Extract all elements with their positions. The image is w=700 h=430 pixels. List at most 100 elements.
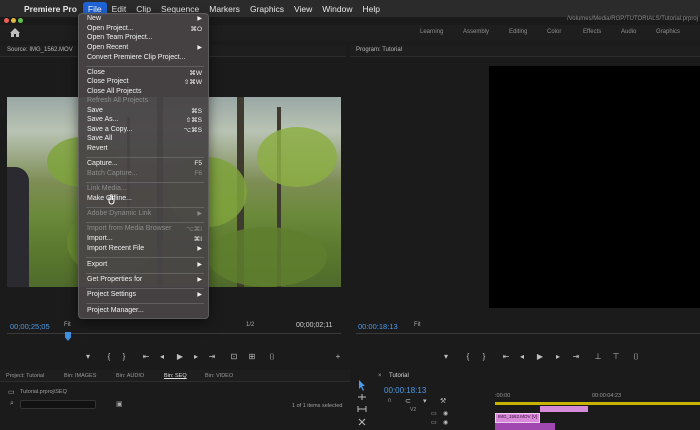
menu-item-capture[interactable]: Capture... F5 bbox=[87, 160, 205, 169]
overwrite-icon[interactable]: ⊞ bbox=[246, 352, 258, 361]
program-add-marker-icon[interactable]: ▾ bbox=[440, 352, 452, 361]
menu-item-save-as[interactable]: Save As... ⇧⌘S bbox=[87, 116, 205, 125]
home-icon[interactable] bbox=[9, 27, 21, 38]
track-sync-lock-icon[interactable]: ▭ bbox=[431, 419, 437, 426]
menu-item-save[interactable]: Save ⌘S bbox=[87, 107, 205, 116]
menu-item-open-project[interactable]: Open Project... ⌘O bbox=[87, 25, 205, 34]
workspace-audio[interactable]: Audio bbox=[621, 29, 636, 35]
snap-icon[interactable]: ∩ bbox=[387, 397, 392, 404]
go-to-in-icon[interactable]: ⇤ bbox=[140, 352, 152, 361]
tab-project-tutorial[interactable]: Project: Tutorial bbox=[6, 373, 44, 379]
zoom-window-button[interactable] bbox=[18, 18, 23, 23]
source-zoom-select[interactable]: Fit bbox=[64, 322, 71, 328]
menu-item-close[interactable]: Close ⌘W bbox=[87, 69, 205, 78]
program-export-frame-icon[interactable]: ⌷ bbox=[630, 352, 642, 362]
timeline-clip-lower[interactable] bbox=[495, 423, 555, 430]
timeline-clip[interactable]: IMG_1562.MOV [V] bbox=[495, 413, 540, 423]
menu-item-project-manager[interactable]: Project Manager... bbox=[87, 307, 205, 316]
timeline-tab[interactable]: Tutorial bbox=[389, 373, 409, 379]
program-timecode[interactable]: 00:00:18:13 bbox=[358, 322, 398, 331]
tab-bin-seq[interactable]: Bin: SEQ bbox=[164, 373, 187, 379]
menu-item-make-offline[interactable]: Make Offline... bbox=[87, 195, 205, 204]
menu-window[interactable]: Window bbox=[317, 2, 357, 16]
source-timecode[interactable]: 00;00;25;05 bbox=[10, 322, 50, 331]
program-step-forward-icon[interactable]: ▸ bbox=[552, 352, 564, 361]
workspace-assembly[interactable]: Assembly bbox=[463, 29, 489, 35]
wrench-icon[interactable]: ⚒ bbox=[440, 397, 446, 405]
menu-item-save-all[interactable]: Save All bbox=[87, 135, 205, 144]
timeline-work-area-bar[interactable] bbox=[495, 402, 700, 405]
export-frame-icon[interactable]: ⌷ bbox=[266, 352, 278, 362]
menu-item-get-properties-for[interactable]: Get Properties for ▶ bbox=[87, 276, 205, 285]
insert-icon[interactable]: ⊡ bbox=[228, 352, 240, 361]
timeline-clip-upper[interactable] bbox=[540, 406, 588, 412]
menu-graphics[interactable]: Graphics bbox=[245, 2, 289, 16]
menu-item-shortcut: ⇧⌘W bbox=[183, 79, 202, 86]
workspace-effects[interactable]: Effects bbox=[583, 29, 601, 35]
menu-item-label: Open Project... bbox=[87, 25, 134, 32]
program-play-icon[interactable]: ▶ bbox=[534, 352, 546, 361]
add-marker-icon[interactable]: ▾ bbox=[82, 352, 94, 361]
minimize-window-button[interactable] bbox=[11, 18, 16, 23]
tab-bin-video[interactable]: Bin: VIDEO bbox=[205, 373, 233, 379]
lift-icon[interactable]: ⊥ bbox=[592, 352, 604, 361]
track-visibility-icon[interactable]: ◉ bbox=[443, 419, 448, 426]
program-zoom-select[interactable]: Fit bbox=[414, 322, 421, 328]
menu-item-new[interactable]: New ▶ bbox=[87, 15, 205, 24]
go-to-out-icon[interactable]: ⇥ bbox=[206, 352, 218, 361]
add-button-icon[interactable]: + bbox=[332, 352, 344, 361]
menu-item-label: Import Recent File bbox=[87, 245, 145, 252]
menu-item-import-recent-file[interactable]: Import Recent File ▶ bbox=[87, 245, 205, 254]
step-back-icon[interactable]: ◂ bbox=[156, 352, 168, 361]
workspace-graphics[interactable]: Graphics bbox=[656, 29, 680, 35]
menu-item-close-all-projects[interactable]: Close All Projects bbox=[87, 88, 205, 97]
menu-markers[interactable]: Markers bbox=[204, 2, 245, 16]
tab-bin-images[interactable]: Bin: IMAGES bbox=[64, 373, 96, 379]
timeline-timecode[interactable]: 00:00:18:13 bbox=[384, 386, 426, 395]
extract-icon[interactable]: ⊤ bbox=[610, 352, 622, 361]
app-menu[interactable]: Premiere Pro bbox=[22, 4, 83, 14]
play-icon[interactable]: ▶ bbox=[174, 352, 186, 361]
project-search-input[interactable] bbox=[20, 400, 96, 409]
menu-item-open-recent[interactable]: Open Recent ▶ bbox=[87, 44, 205, 53]
workspace-color[interactable]: Color bbox=[547, 29, 561, 35]
mark-in-icon[interactable]: { bbox=[103, 352, 115, 361]
new-bin-icon[interactable]: ▣ bbox=[116, 400, 123, 408]
linked-selection-icon[interactable]: ⊂ bbox=[405, 397, 411, 405]
program-mark-out-icon[interactable]: } bbox=[478, 352, 490, 361]
menu-item-open-team-project[interactable]: Open Team Project... bbox=[87, 34, 205, 43]
workspace-editing[interactable]: Editing bbox=[509, 29, 527, 35]
menu-item-close-project[interactable]: Close Project ⇧⌘W bbox=[87, 78, 205, 87]
menu-item-revert[interactable]: Revert bbox=[87, 145, 205, 154]
program-mark-in-icon[interactable]: { bbox=[462, 352, 474, 361]
program-step-back-icon[interactable]: ◂ bbox=[516, 352, 528, 361]
menu-help[interactable]: Help bbox=[357, 2, 384, 16]
source-monitor-tab[interactable]: Source: IMG_1562.MOV bbox=[7, 47, 73, 53]
mark-out-icon[interactable]: } bbox=[118, 352, 130, 361]
source-resolution-select[interactable]: 1/2 bbox=[246, 322, 254, 328]
track-lock-icon[interactable]: ▭ bbox=[431, 410, 437, 417]
track-eye-icon[interactable]: ◉ bbox=[443, 410, 448, 417]
menu-item-convert-premiere-clip[interactable]: Convert Premiere Clip Project... bbox=[87, 54, 205, 63]
menu-item-shortcut: ⌘W bbox=[189, 70, 202, 77]
menu-item-import[interactable]: Import... ⌘I bbox=[87, 235, 205, 244]
program-go-to-in-icon[interactable]: ⇤ bbox=[500, 352, 512, 361]
tab-bin-audio[interactable]: Bin: AUDIO bbox=[116, 373, 144, 379]
ruler-mark: 00:00:04:23 bbox=[592, 393, 622, 399]
menu-item-export[interactable]: Export ▶ bbox=[87, 261, 205, 270]
step-forward-icon[interactable]: ▸ bbox=[190, 352, 202, 361]
menu-item-save-a-copy[interactable]: Save a Copy... ⌥⌘S bbox=[87, 126, 205, 135]
timeline-marker-icon[interactable]: ▾ bbox=[423, 397, 427, 405]
timeline-close-icon[interactable]: × bbox=[378, 373, 382, 379]
menu-item-label: Export bbox=[87, 261, 108, 268]
program-go-to-out-icon[interactable]: ⇥ bbox=[570, 352, 582, 361]
source-time-ruler[interactable] bbox=[7, 333, 341, 341]
close-window-button[interactable] bbox=[4, 18, 9, 23]
search-icon: ⌕ bbox=[10, 400, 14, 407]
program-monitor-tab[interactable]: Program: Tutorial bbox=[356, 47, 402, 53]
menu-separator bbox=[86, 207, 204, 208]
menu-item-project-settings[interactable]: Project Settings ▶ bbox=[87, 291, 205, 300]
program-time-ruler[interactable] bbox=[356, 333, 700, 341]
menu-view[interactable]: View bbox=[289, 2, 317, 16]
workspace-learning[interactable]: Learning bbox=[420, 29, 443, 35]
